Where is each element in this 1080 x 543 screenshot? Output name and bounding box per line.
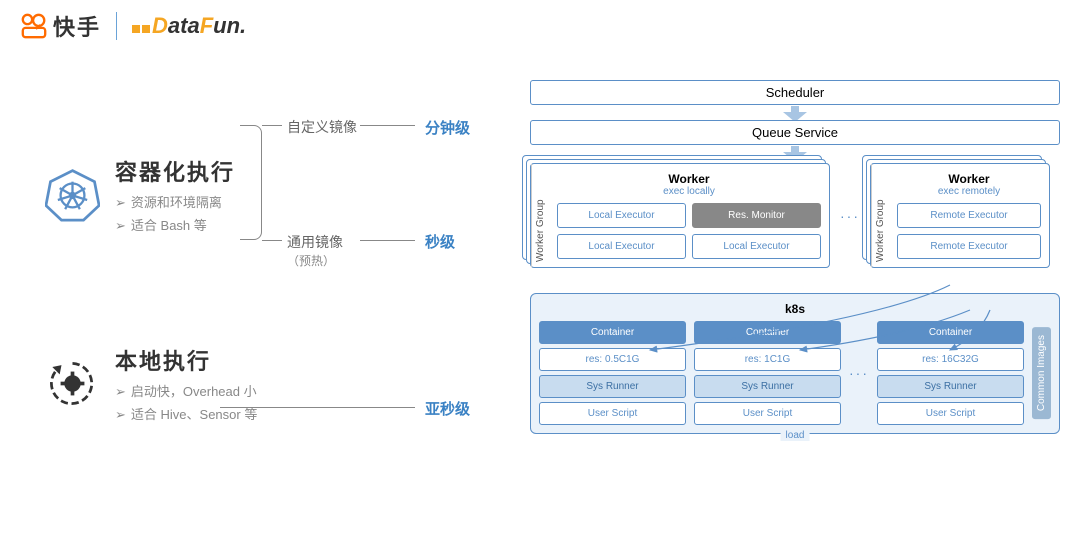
worker-local-title: Worker — [557, 172, 821, 186]
architecture-diagram: Scheduler Queue Service Worker Group Wor… — [530, 80, 1060, 434]
local-executor-box: Local Executor — [692, 234, 821, 259]
connection-arrows — [530, 280, 1060, 360]
ellipsis: ··· — [849, 365, 869, 381]
kubernetes-icon — [45, 167, 100, 222]
header: 快手 DataFun. — [20, 10, 246, 42]
local-executor-box: Local Executor — [557, 234, 686, 259]
local-sub2: 适合 Hive、Sensor 等 — [131, 407, 257, 422]
scheduler-box: Scheduler — [530, 80, 1060, 105]
header-divider — [116, 12, 117, 40]
load-label: load — [781, 430, 810, 441]
ellipsis: ··· — [840, 208, 860, 224]
level-subsecond: 亚秒级 — [425, 398, 470, 419]
queue-service-box: Queue Service — [530, 120, 1060, 145]
sys-runner-box: Sys Runner — [539, 375, 686, 398]
local-sub1: 启动快，Overhead 小 — [131, 384, 257, 399]
kuaishou-logo: 快手 — [20, 10, 101, 42]
worker-group-local: Worker Group Worker exec locally Local E… — [530, 163, 830, 268]
level-second: 秒级 — [425, 231, 455, 252]
worker-remote-title: Worker — [897, 172, 1041, 186]
level-minute: 分钟级 — [425, 117, 470, 138]
datafun-logo: DataFun. — [132, 13, 246, 39]
sys-runner-box: Sys Runner — [694, 375, 841, 398]
remote-executor-box: Remote Executor — [897, 203, 1041, 228]
worker-group-remote: Worker Group Worker exec remotely Remote… — [870, 163, 1050, 268]
container-exec-block: 容器化执行 ➢资源和环境隔离 ➢适合 Bash 等 — [45, 155, 505, 234]
gear-cycle-icon — [45, 356, 100, 411]
user-script-box: User Script — [539, 402, 686, 425]
worker-group-label: Worker Group — [531, 164, 549, 267]
left-panel: 容器化执行 ➢资源和环境隔离 ➢适合 Bash 等 自定义镜像 通用镜像（预热）… — [45, 155, 505, 483]
kuaishou-text: 快手 — [53, 10, 101, 42]
container-sub2: 适合 Bash 等 — [131, 218, 207, 233]
branch-common-image: 通用镜像 — [287, 234, 343, 250]
worker-group-label: Worker Group — [871, 164, 889, 267]
container-exec-title: 容器化执行 — [115, 155, 235, 187]
local-exec-title: 本地执行 — [115, 344, 257, 376]
remote-executor-box: Remote Executor — [897, 234, 1041, 259]
sys-runner-box: Sys Runner — [877, 375, 1024, 398]
local-executor-box: Local Executor — [557, 203, 686, 228]
kuaishou-icon — [20, 12, 48, 40]
res-monitor-box: Res. Monitor — [692, 203, 821, 228]
worker-remote-sub: exec remotely — [897, 186, 1041, 197]
worker-row: Worker Group Worker exec locally Local E… — [530, 163, 1060, 268]
bracket-container — [240, 125, 262, 240]
branch-common-sub: （预热） — [287, 252, 343, 269]
user-script-box: User Script — [694, 402, 841, 425]
container-sub1: 资源和环境隔离 — [131, 195, 222, 210]
branch-custom-image: 自定义镜像 — [287, 117, 357, 137]
user-script-box: User Script — [877, 402, 1024, 425]
worker-local-sub: exec locally — [557, 186, 821, 197]
